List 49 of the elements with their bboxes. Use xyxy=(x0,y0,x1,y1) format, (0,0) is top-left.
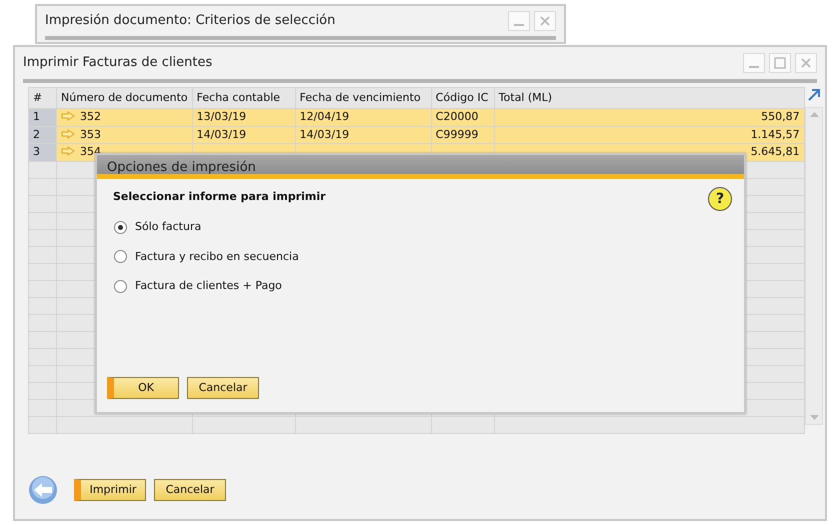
radio-button[interactable] xyxy=(114,280,127,293)
dialog-title: Opciones de impresión xyxy=(97,155,744,179)
scroll-bar[interactable] xyxy=(805,107,824,425)
close-icon xyxy=(800,57,812,69)
table-cell: 1.145,57 xyxy=(494,126,804,144)
maximize-button[interactable] xyxy=(769,53,791,73)
row-number: 2 xyxy=(28,126,56,144)
table-cell: 353 xyxy=(56,126,192,144)
secondary-button[interactable]: Cancelar xyxy=(154,479,226,501)
maximize-icon xyxy=(774,57,786,69)
row-number: 3 xyxy=(28,144,56,161)
table-cell: 12/04/19 xyxy=(295,108,432,126)
close-button[interactable] xyxy=(795,53,817,73)
table-cell: 352 xyxy=(56,108,192,126)
close-icon xyxy=(539,15,551,27)
table-cell: C20000 xyxy=(431,108,494,126)
minimize-icon xyxy=(514,24,524,26)
window-title: Impresión documento: Criterios de selección xyxy=(45,12,336,30)
link-arrow-icon xyxy=(61,146,75,156)
table-cell: 14/03/19 xyxy=(295,126,432,144)
minimize-button[interactable] xyxy=(743,53,765,73)
table-cell: 13/03/19 xyxy=(192,108,296,126)
option-label[interactable]: Factura y recibo en secuencia xyxy=(135,248,299,265)
primary-button[interactable]: OK xyxy=(107,377,179,399)
option-label[interactable]: Factura de clientes + Pago xyxy=(135,278,282,294)
option-label[interactable]: Sólo factura xyxy=(135,219,202,236)
link-arrow-icon xyxy=(61,111,75,121)
radio-button[interactable] xyxy=(114,250,127,264)
column-header[interactable]: # xyxy=(28,88,56,108)
table-cell: 14/03/19 xyxy=(192,126,296,144)
primary-button[interactable]: Imprimir xyxy=(74,479,146,501)
radio-button[interactable] xyxy=(114,220,127,234)
table-cell: 550,87 xyxy=(494,108,804,126)
link-arrow-icon xyxy=(61,128,75,138)
close-button[interactable] xyxy=(534,11,556,31)
column-header[interactable]: Total (ML) xyxy=(494,88,804,108)
minimize-button[interactable] xyxy=(508,11,530,31)
secondary-button[interactable]: Cancelar xyxy=(187,377,259,399)
expand-icon[interactable] xyxy=(807,88,822,102)
column-header[interactable]: Fecha contable xyxy=(192,88,296,108)
table-cell: C99999 xyxy=(431,126,494,144)
minimize-icon xyxy=(749,66,759,68)
help-button[interactable]: ? xyxy=(708,187,732,211)
column-header[interactable]: Código IC xyxy=(431,88,494,108)
dialog-heading: Seleccionar informe para imprimir xyxy=(113,189,326,205)
row-number: 1 xyxy=(28,108,56,126)
column-header[interactable]: Fecha de vencimiento xyxy=(295,88,432,108)
column-header[interactable]: Número de documento xyxy=(56,88,192,108)
window-title: Imprimir Facturas de clientes xyxy=(23,54,212,72)
